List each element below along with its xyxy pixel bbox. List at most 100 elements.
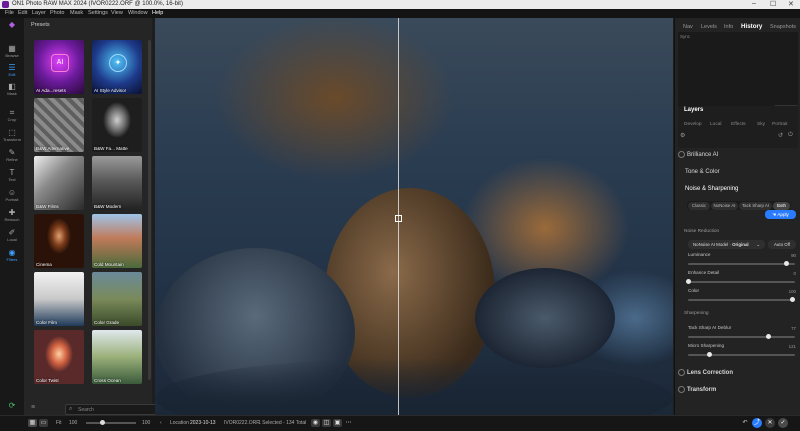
presets-layout-icon[interactable]: ≡ bbox=[31, 404, 43, 414]
maximize-button[interactable]: ☐ bbox=[770, 0, 776, 8]
subtab-effects[interactable]: Effects bbox=[731, 122, 746, 127]
presets-search-field[interactable]: ⌕ Search bbox=[65, 404, 165, 415]
slider-knob[interactable] bbox=[783, 261, 789, 266]
menu-settings[interactable]: Settings bbox=[88, 10, 108, 16]
menu-view[interactable]: View bbox=[111, 10, 123, 16]
rail-edit[interactable]: ☰ Edit bbox=[0, 63, 24, 77]
preset-tile[interactable]: Color Grade bbox=[92, 272, 142, 326]
mode-classic[interactable]: Classic bbox=[688, 202, 710, 210]
subtab-local[interactable]: Local bbox=[710, 122, 721, 127]
apply-button[interactable]: ☚ Apply bbox=[765, 210, 796, 219]
power-icon[interactable]: ⏻ bbox=[788, 132, 793, 139]
tab-nav[interactable]: Nav bbox=[683, 24, 693, 30]
toggle-icon[interactable] bbox=[678, 386, 685, 393]
rail-crop[interactable]: ⌗ Crop bbox=[0, 108, 24, 122]
menu-mask[interactable]: Mask bbox=[70, 10, 83, 16]
grid-view-icon[interactable]: ▦ bbox=[28, 419, 37, 427]
preset-tile[interactable]: Color Film bbox=[34, 272, 84, 326]
settings-icon[interactable]: ⚙ bbox=[680, 132, 685, 139]
preset-tile[interactable]: Cold Mountain bbox=[92, 214, 142, 268]
brilliance-section[interactable]: Brilliance AI bbox=[678, 151, 798, 158]
rail-transform[interactable]: ⬚ Transform bbox=[0, 128, 24, 142]
rail-local[interactable]: ✐ Local bbox=[0, 228, 24, 242]
nonoise-model-dropdown[interactable]: NoNoise AI Model · Original ⌄ bbox=[688, 240, 765, 249]
slider-track[interactable] bbox=[688, 352, 795, 357]
zoom-slider-knob[interactable] bbox=[100, 420, 105, 425]
presets-scrollbar[interactable] bbox=[148, 40, 151, 380]
search-icon: ⌕ bbox=[69, 406, 73, 412]
rail-text[interactable]: T Text bbox=[0, 168, 24, 182]
export-button-icon[interactable]: ⤴ bbox=[752, 418, 762, 428]
preset-tile[interactable]: Cinema bbox=[34, 214, 84, 268]
rail-portrait[interactable]: ☺ Portrait bbox=[0, 188, 24, 202]
transform-section[interactable]: Transform bbox=[678, 386, 798, 393]
file-name: IVOR0222.ORF bbox=[224, 420, 260, 426]
slider-track[interactable] bbox=[685, 279, 795, 284]
mask-view-icon[interactable]: ▣ bbox=[333, 419, 342, 427]
slider-track[interactable] bbox=[688, 297, 796, 302]
slider-knob[interactable] bbox=[765, 334, 771, 339]
slider-knob[interactable] bbox=[685, 279, 691, 284]
preset-tile[interactable]: B&W Fa... Matte bbox=[92, 98, 142, 152]
fit-label[interactable]: Fit bbox=[56, 420, 62, 426]
split-handle[interactable] bbox=[395, 215, 402, 222]
preset-thumbnail bbox=[34, 214, 84, 268]
preview-eye-icon[interactable]: ◉ bbox=[311, 419, 320, 427]
tab-snapshots[interactable]: Snapshots bbox=[770, 24, 796, 30]
preset-tile[interactable]: B&W Alternative bbox=[34, 98, 84, 152]
slider-knob[interactable] bbox=[790, 297, 796, 302]
preset-tile[interactable]: ✦ AI Style Advisor bbox=[92, 40, 142, 94]
zoom-slider-track[interactable] bbox=[86, 420, 136, 425]
done-icon[interactable]: ✓ bbox=[778, 418, 788, 428]
cancel-icon[interactable]: ✕ bbox=[765, 418, 775, 428]
menu-photo[interactable]: Photo bbox=[50, 10, 64, 16]
slider-track[interactable] bbox=[688, 334, 795, 339]
tab-history[interactable]: History bbox=[741, 23, 762, 30]
mode-tack-sharp-ai[interactable]: Tack Sharp AI bbox=[739, 202, 772, 210]
preset-tile[interactable]: B&W Modern bbox=[92, 156, 142, 210]
reset-icon[interactable]: ↺ bbox=[778, 132, 783, 139]
compare-icon[interactable]: ◫ bbox=[322, 419, 331, 427]
preset-tile[interactable]: Cross Ocean bbox=[92, 330, 142, 384]
tab-levels[interactable]: Levels bbox=[701, 24, 717, 30]
filmstrip-icon[interactable]: ▭ bbox=[39, 419, 48, 427]
menu-edit[interactable]: Edit bbox=[18, 10, 27, 16]
tone-color-section[interactable]: Tone & Color bbox=[678, 169, 798, 175]
preset-tile[interactable]: B&W Films bbox=[34, 156, 84, 210]
subtab-portrait[interactable]: Portrait bbox=[772, 122, 787, 127]
subtab-sky[interactable]: Sky bbox=[757, 122, 765, 127]
noise-sharpening-title[interactable]: Noise & Sharpening bbox=[678, 186, 798, 192]
preset-thumbnail bbox=[92, 156, 142, 210]
auto-off-button[interactable]: Auto Off bbox=[768, 240, 796, 249]
rail-sync[interactable]: ⟳ bbox=[0, 401, 24, 410]
tab-info[interactable]: Info bbox=[724, 24, 733, 30]
menu-file[interactable]: File bbox=[5, 10, 14, 16]
rail-retouch[interactable]: ✚ Retouch bbox=[0, 208, 24, 222]
rail-filters[interactable]: ◉ Filters bbox=[0, 248, 24, 262]
menu-window[interactable]: Window bbox=[128, 10, 148, 16]
rail-refine[interactable]: ✎ Refine bbox=[0, 148, 24, 162]
ai-chip-icon: AI bbox=[51, 54, 69, 72]
tool-rail: ◆ ▦ Browse ☰ Edit ◧ Mask ⌗ Crop ⬚ Transform ✎… bbox=[0, 18, 25, 418]
mode-both[interactable]: Both bbox=[773, 202, 790, 210]
toggle-icon[interactable] bbox=[678, 151, 685, 158]
preset-tile[interactable]: Color Twist bbox=[34, 330, 84, 384]
close-window-button[interactable]: ✕ bbox=[788, 0, 794, 8]
slider-knob[interactable] bbox=[706, 352, 712, 357]
preset-tile[interactable]: AI AI Ada...resets bbox=[34, 40, 84, 94]
slider-track[interactable] bbox=[688, 261, 795, 266]
menu-help[interactable]: Help bbox=[152, 10, 163, 16]
chevron-left-icon[interactable]: ‹ bbox=[160, 420, 162, 426]
undo-icon[interactable]: ↶ bbox=[740, 418, 750, 428]
minimize-button[interactable]: – bbox=[752, 0, 756, 7]
rail-browse[interactable]: ▦ Browse bbox=[0, 44, 24, 58]
image-canvas[interactable] bbox=[155, 18, 673, 415]
mode-nonoise-ai[interactable]: NoNoise AI bbox=[711, 202, 738, 210]
subtab-develop[interactable]: Develop bbox=[684, 122, 702, 127]
rail-mask[interactable]: ◧ Mask bbox=[0, 82, 24, 96]
preset-thumbnail bbox=[92, 330, 142, 384]
menu-layer[interactable]: Layer bbox=[32, 10, 46, 16]
toggle-icon[interactable] bbox=[678, 369, 685, 376]
overflow-icon[interactable]: ⋯ bbox=[344, 419, 353, 427]
lens-correction-section[interactable]: Lens Correction bbox=[678, 369, 798, 376]
